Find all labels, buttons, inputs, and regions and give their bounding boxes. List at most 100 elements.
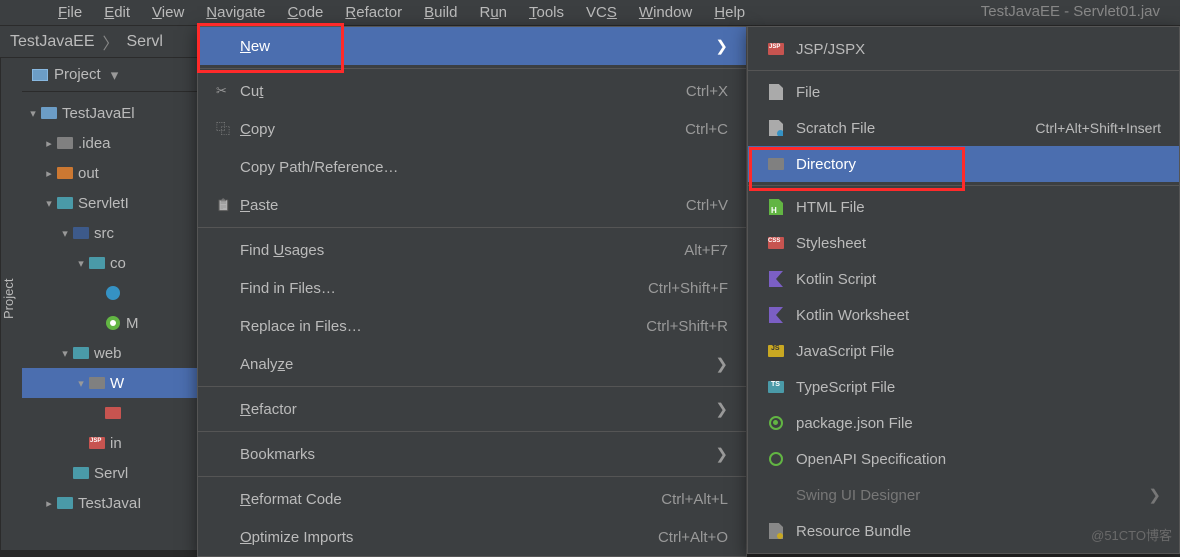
chevron-right-icon[interactable]: ▸ [42,137,56,150]
submenu-item-html-file[interactable]: HTML File [748,189,1179,225]
submenu-item-stylesheet[interactable]: Stylesheet [748,225,1179,261]
breadcrumb-item[interactable]: Servl [127,33,163,51]
context-item-label: Reformat Code [240,491,342,508]
submenu-item-package-json-file[interactable]: package.json File [748,405,1179,441]
chevron-down-icon[interactable]: ▾ [58,227,72,240]
bundle-ico-icon [766,523,786,539]
tree-row-label: W [110,375,124,392]
tree-row[interactable]: ▾W [22,368,199,398]
shortcut-text: Ctrl+Alt+O [658,529,728,546]
tree-row[interactable]: ▸TestJavaI [22,488,199,518]
blank-icon [766,487,786,503]
context-item-label: Paste [240,197,278,214]
menubar-view[interactable]: View [142,2,194,23]
submenu-item-javascript-file[interactable]: JavaScript File [748,333,1179,369]
chevron-down-icon[interactable]: ▾ [58,347,72,360]
context-item-label: Analyze [240,356,293,373]
folder-gray-icon [88,375,106,391]
tree-row[interactable]: ▸.idea [22,128,199,158]
context-item-label: Find in Files… [240,280,336,297]
tree-row[interactable]: in [22,428,199,458]
separator [198,227,746,228]
folder-cyan-icon [56,195,74,211]
tree-row[interactable]: ▾ TestJavaEl [22,98,199,128]
jsp-ico-icon [766,41,786,57]
menubar-vcs[interactable]: VCS [576,2,627,23]
watermark: @51CTO博客 [1091,525,1172,544]
chevron-right-icon: ❯ [715,445,728,463]
kt-ico-icon [766,271,786,287]
paste-ico-icon [216,198,240,212]
tree-row[interactable]: M [22,308,199,338]
tree-row-label: M [126,315,139,332]
submenu-item-typescript-file[interactable]: TypeScript File [748,369,1179,405]
submenu-item-kotlin-script[interactable]: Kotlin Script [748,261,1179,297]
submenu-item-file[interactable]: File [748,74,1179,110]
menubar-refactor[interactable]: Refactor [335,2,412,23]
chevron-right-icon[interactable]: ▸ [42,167,56,180]
context-item-optimize-imports[interactable]: Optimize ImportsCtrl+Alt+O [198,518,746,556]
tree-row[interactable] [22,398,199,428]
submenu-item-label: File [796,84,820,101]
tree-row[interactable]: ▾ServletI [22,188,199,218]
xml-ico-icon [104,405,122,421]
folder-darkblue-icon [72,225,90,241]
context-item-label: Copy Path/Reference… [240,159,398,176]
submenu-item-scratch-file[interactable]: Scratch FileCtrl+Alt+Shift+Insert [748,110,1179,146]
context-item-new[interactable]: New❯ [198,27,746,65]
context-item-copy[interactable]: CopyCtrl+C [198,110,746,148]
folder-orange-icon [56,165,74,181]
menubar-help[interactable]: Help [704,2,755,23]
context-item-paste[interactable]: Paste Ctrl+V [198,186,746,224]
tree-row[interactable]: Servl [22,458,199,488]
context-item-cut[interactable]: CutCtrl+X [198,72,746,110]
context-item-copy-path-reference[interactable]: Copy Path/Reference… [198,148,746,186]
context-item-replace-in-files[interactable]: Replace in Files…Ctrl+Shift+R [198,307,746,345]
submenu-item-kotlin-worksheet[interactable]: Kotlin Worksheet [748,297,1179,333]
submenu-item-directory[interactable]: Directory [748,146,1179,182]
shortcut-text: Ctrl+V [686,197,728,214]
tree-row-label: out [78,165,99,182]
json-ico-icon [766,415,786,431]
menubar-window[interactable]: Window [629,2,702,23]
menubar-run[interactable]: Run [469,2,517,23]
chevron-down-icon[interactable]: ▾ [26,107,40,120]
submenu-item-jsp-jspx[interactable]: JSP/JSPX [748,31,1179,67]
tree-row[interactable]: ▾ src [22,218,199,248]
menubar-code[interactable]: Code [278,2,334,23]
tree-row[interactable]: ▾co [22,248,199,278]
chevron-down-icon[interactable]: ▾ [42,197,56,210]
project-toolwindow-tab[interactable]: Project [0,58,22,550]
context-item-find-in-files[interactable]: Find in Files…Ctrl+Shift+F [198,269,746,307]
submenu-item-label: OpenAPI Specification [796,451,946,468]
context-item-bookmarks[interactable]: Bookmarks ❯ [198,435,746,473]
menubar-file[interactable]: File [48,2,92,23]
menubar-tools[interactable]: Tools [519,2,574,23]
scissors-icon [216,83,240,99]
context-item-label: Refactor [240,401,297,418]
breadcrumb-item[interactable]: TestJavaEE [10,33,94,51]
context-item-refactor[interactable]: Refactor❯ [198,390,746,428]
context-item-reformat-code[interactable]: Reformat CodeCtrl+Alt+L [198,480,746,518]
context-item-label: Cut [240,83,263,100]
context-item-analyze[interactable]: Analyze❯ [198,345,746,383]
chevron-down-icon[interactable]: ▾ [74,377,88,390]
tree-row-label: src [94,225,114,242]
context-item-label: Bookmarks [240,446,315,463]
menubar-edit[interactable]: Edit [94,2,140,23]
chevron-down-icon[interactable]: ▾ [74,257,88,270]
folder-blue-icon [40,105,58,121]
project-tree: ▾TestJavaEl▸.idea▸out▾ServletI▾src▾coM▾w… [22,92,199,518]
tree-row[interactable]: ▾web [22,338,199,368]
menubar-build[interactable]: Build [414,2,467,23]
separator [198,386,746,387]
tree-row-label: TestJavaEl [62,105,135,122]
menubar-navigate[interactable]: Navigate [196,2,275,23]
tree-row[interactable]: ▸ out [22,158,199,188]
tree-row[interactable] [22,278,199,308]
chevron-right-icon[interactable]: ▸ [42,497,56,510]
submenu-item-openapi-specification[interactable]: OpenAPI Specification [748,441,1179,477]
context-item-find-usages[interactable]: Find UsagesAlt+F7 [198,231,746,269]
project-panel-header[interactable]: Project ▾ [22,58,199,92]
separator [748,70,1179,71]
